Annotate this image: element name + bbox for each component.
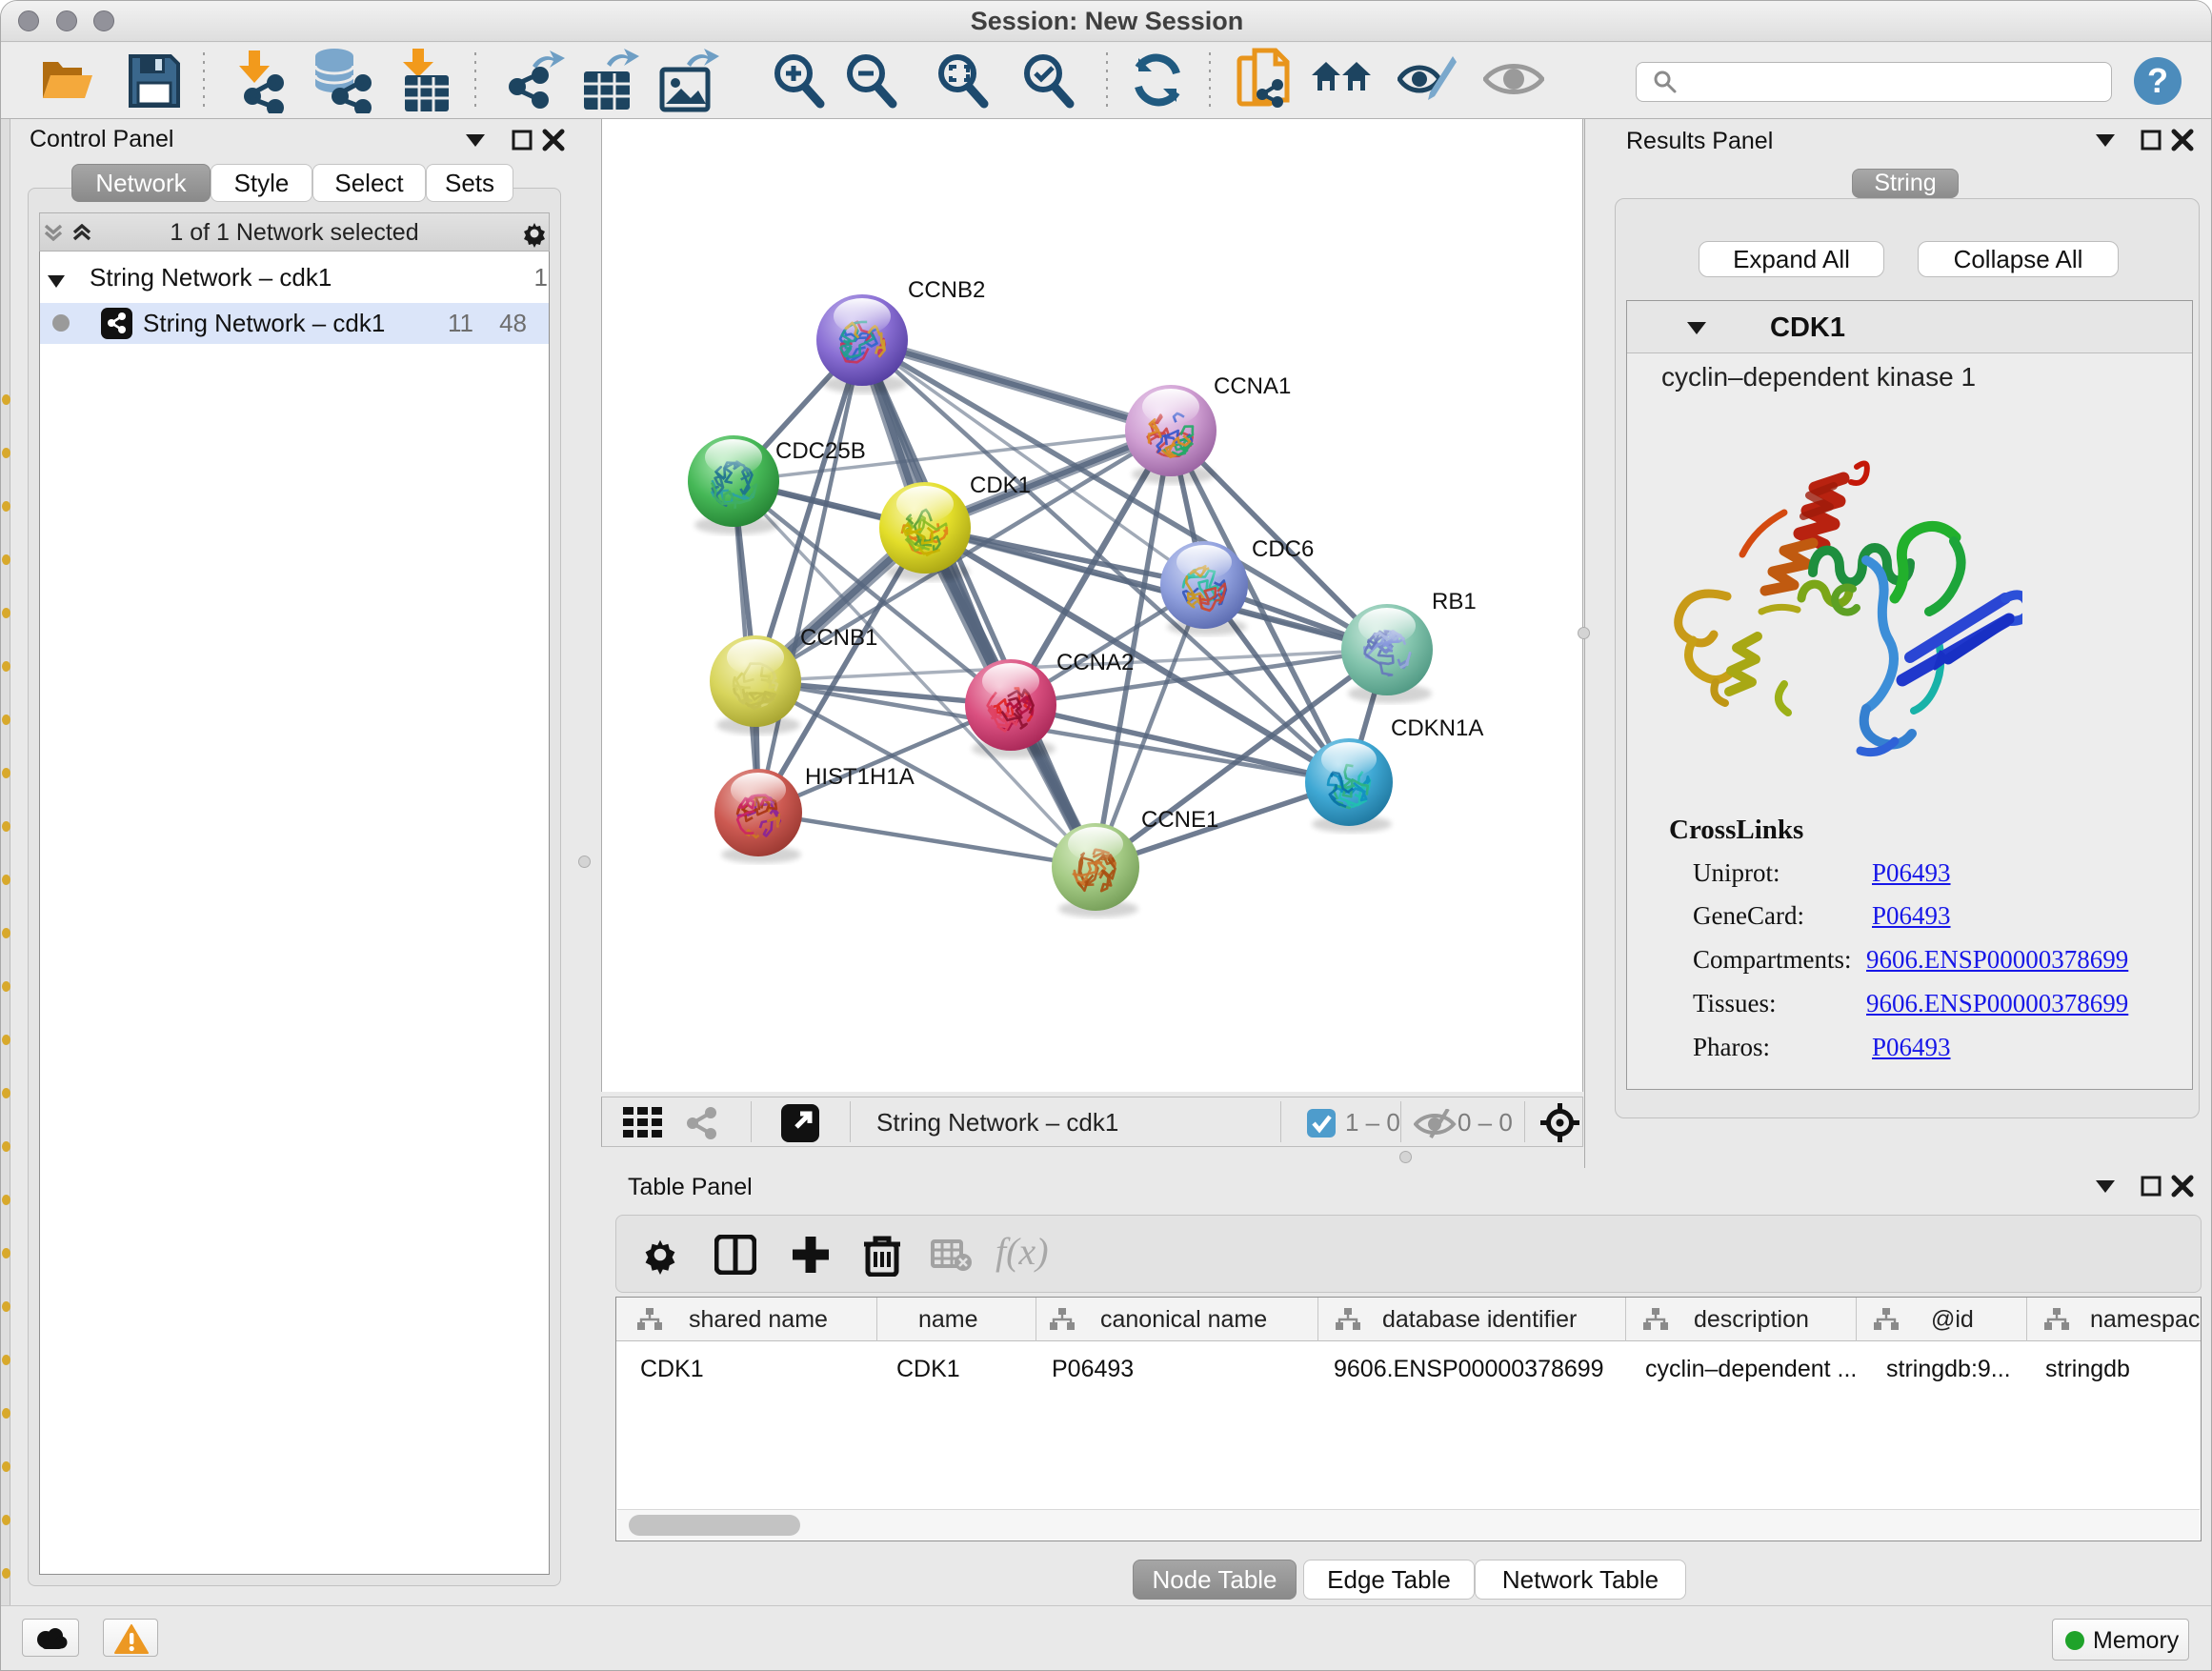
svg-text:CDC6: CDC6 xyxy=(1252,536,1314,562)
svg-text:CDK1: CDK1 xyxy=(970,473,1031,498)
svg-text:CCNE1: CCNE1 xyxy=(1141,807,1218,833)
svg-text:RB1: RB1 xyxy=(1432,589,1477,614)
svg-text:CCNA1: CCNA1 xyxy=(1214,373,1291,399)
svg-text:CCNB1: CCNB1 xyxy=(800,625,877,651)
svg-text:CCNB2: CCNB2 xyxy=(908,277,985,303)
svg-text:CCNA2: CCNA2 xyxy=(1056,650,1134,675)
svg-text:CDC25B: CDC25B xyxy=(775,438,866,464)
svg-text:HIST1H1A: HIST1H1A xyxy=(805,764,915,790)
svg-text:?: ? xyxy=(2147,61,2168,100)
svg-text:CDKN1A: CDKN1A xyxy=(1391,715,1483,741)
